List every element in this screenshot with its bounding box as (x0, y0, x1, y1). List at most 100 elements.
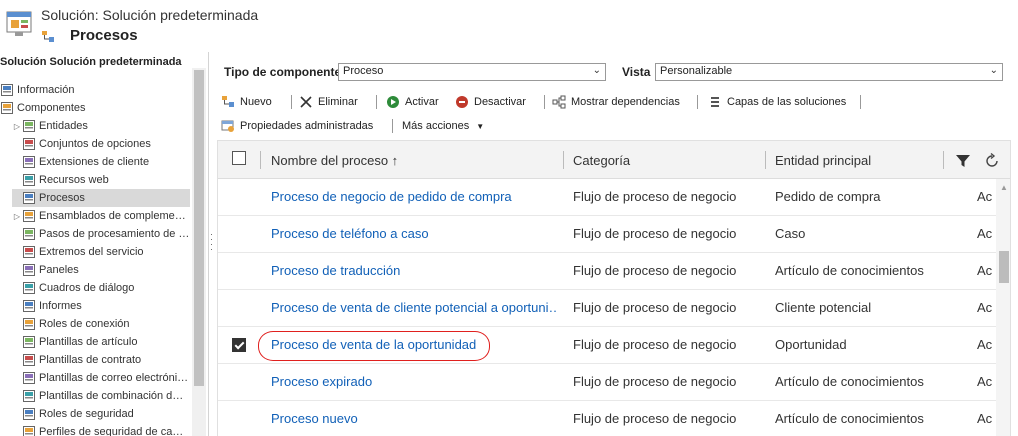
service-endpoint-icon (22, 245, 36, 259)
delete-button-label: Eliminar (318, 96, 358, 108)
sidebar-item[interactable]: Procesos (12, 189, 190, 207)
sidebar-item[interactable]: Paneles (12, 261, 190, 279)
page-title: Procesos (70, 27, 138, 44)
show-dependencies-button[interactable]: Mostrar dependencias (552, 92, 680, 112)
process-name-link[interactable]: Proceso de teléfono a caso (271, 226, 556, 241)
pane-splitter[interactable]: · · · · (209, 52, 214, 436)
deactivate-button[interactable]: Desactivar (455, 92, 526, 112)
new-button[interactable]: Nuevo (221, 92, 272, 112)
sidebar-item-label: Cuadros de diálogo (39, 282, 135, 294)
view-select[interactable]: Personalizable ⌄ (655, 63, 1003, 81)
column-header-name[interactable]: Nombre del proceso ↑ (271, 153, 398, 168)
managed-properties-button[interactable]: Propiedades administradas (221, 116, 373, 136)
sidebar-item[interactable]: Recursos web (12, 171, 190, 189)
sidebar-item-label: Información (17, 84, 75, 96)
component-type-select[interactable]: Proceso ⌄ (338, 63, 606, 81)
table-row[interactable]: Proceso de teléfono a caso Flujo de proce… (218, 216, 996, 253)
scroll-up-icon[interactable]: ▲ (1000, 183, 1008, 192)
toolbar-separator (291, 95, 292, 109)
grid-scrollbar[interactable]: ▲ (996, 179, 1010, 436)
sidebar-item[interactable]: Roles de seguridad (12, 405, 190, 423)
report-icon (22, 299, 36, 313)
status-cell: Ac (977, 226, 993, 241)
expand-arrow-icon[interactable]: ▷ (12, 122, 22, 131)
optionset-icon (22, 137, 36, 151)
table-row[interactable]: Proceso nuevo Flujo de proceso de negocio… (218, 401, 996, 436)
delete-icon (300, 96, 312, 108)
table-row[interactable]: Proceso expirado Flujo de proceso de nego… (218, 364, 996, 401)
column-header-category[interactable]: Categoría (573, 153, 630, 168)
grid-scroll-thumb[interactable] (999, 251, 1009, 283)
column-header-entity[interactable]: Entidad principal (775, 153, 871, 168)
category-cell: Flujo de proceso de negocio (573, 411, 737, 426)
sidebar-item[interactable]: Pasos de procesamiento de … (12, 225, 190, 243)
solution-layers-button[interactable]: Capas de las soluciones (708, 92, 846, 112)
sidebar-item-label: Extensiones de cliente (39, 156, 150, 168)
sidebar-item[interactable]: Componentes (0, 99, 190, 117)
sidebar-item-label: Plantillas de artículo (39, 336, 138, 348)
table-row[interactable]: Proceso de venta de cliente potencial a … (218, 290, 996, 327)
process-name-link[interactable]: Proceso de venta de la oportunidad (271, 337, 556, 352)
web-resource-icon (22, 173, 36, 187)
sidebar-item[interactable]: ▷ Ensamblados de compleme… (12, 207, 190, 225)
sidebar-item[interactable]: Plantillas de artículo (12, 333, 190, 351)
sidebar-item[interactable]: Informes (12, 297, 190, 315)
process-name-link[interactable]: Proceso de traducción (271, 263, 556, 278)
sidebar-item-label: Plantillas de correo electróni… (39, 372, 189, 384)
chevron-down-icon: ⌄ (592, 65, 601, 76)
sidebar-item[interactable]: Plantillas de contrato (12, 351, 190, 369)
process-name-link[interactable]: Proceso de venta de cliente potencial a … (271, 300, 556, 315)
sidebar-item-label: Paneles (39, 264, 79, 276)
process-name-link[interactable]: Proceso nuevo (271, 411, 556, 426)
sidebar-item[interactable]: Conjuntos de opciones (12, 135, 190, 153)
select-all-checkbox[interactable] (232, 151, 246, 165)
entity-cell: Cliente potencial (775, 300, 872, 315)
dashboard-icon (22, 263, 36, 277)
sidebar-item[interactable]: Plantillas de combinación d… (12, 387, 190, 405)
layers-icon (711, 97, 719, 107)
field-security-icon (22, 425, 36, 436)
expand-arrow-icon[interactable]: ▷ (12, 212, 22, 221)
sidebar-item[interactable]: Información (0, 81, 190, 99)
connection-role-icon (22, 317, 36, 331)
sidebar-item[interactable]: Plantillas de correo electróni… (12, 369, 190, 387)
more-actions-button[interactable]: Más acciones ▼ (402, 116, 484, 136)
status-cell: Ac (977, 374, 993, 389)
sidebar-item[interactable]: ▷ Entidades (12, 117, 190, 135)
solution-layers-label: Capas de las soluciones (727, 96, 847, 108)
solution-icon (6, 11, 32, 36)
sidebar-item[interactable]: Perfiles de seguridad de ca… (12, 423, 190, 436)
component-type-label: Tipo de componente (224, 65, 342, 79)
dialog-icon (22, 281, 36, 295)
sidebar-item-label: Extremos del servicio (39, 246, 144, 258)
view-label: Vista (622, 65, 651, 79)
table-row[interactable]: Proceso de traducción Flujo de proceso de… (218, 253, 996, 290)
caret-down-icon: ▼ (476, 121, 485, 131)
view-value: Personalizable (660, 65, 733, 77)
table-row[interactable]: Proceso de venta de la oportunidad Flujo … (218, 327, 996, 364)
status-cell: Ac (977, 263, 993, 278)
managed-properties-label: Propiedades administradas (240, 120, 374, 132)
toolbar-separator (376, 95, 377, 109)
dependencies-icon (552, 95, 566, 109)
new-button-label: Nuevo (240, 96, 272, 108)
refresh-icon[interactable] (983, 152, 1001, 170)
table-row[interactable]: Proceso de negocio de pedido de compra Fl… (218, 179, 996, 216)
sidebar-scroll-thumb[interactable] (194, 70, 204, 386)
sidebar-item[interactable]: Cuadros de diálogo (12, 279, 190, 297)
toolbar-separator (860, 95, 861, 109)
sidebar-item[interactable]: Roles de conexión (12, 315, 190, 333)
delete-button[interactable]: Eliminar (299, 92, 358, 112)
process-name-link[interactable]: Proceso de negocio de pedido de compra (271, 189, 556, 204)
show-dependencies-label: Mostrar dependencias (571, 96, 680, 108)
info-icon (0, 83, 14, 97)
sidebar-item-label: Recursos web (39, 174, 109, 186)
process-name-link[interactable]: Proceso expirado (271, 374, 556, 389)
category-cell: Flujo de proceso de negocio (573, 263, 737, 278)
category-cell: Flujo de proceso de negocio (573, 337, 737, 352)
sidebar-item[interactable]: Extensiones de cliente (12, 153, 190, 171)
row-checkbox[interactable] (232, 338, 246, 352)
activate-button[interactable]: Activar (386, 92, 439, 112)
filter-icon[interactable] (955, 153, 971, 169)
sidebar-item[interactable]: Extremos del servicio (12, 243, 190, 261)
